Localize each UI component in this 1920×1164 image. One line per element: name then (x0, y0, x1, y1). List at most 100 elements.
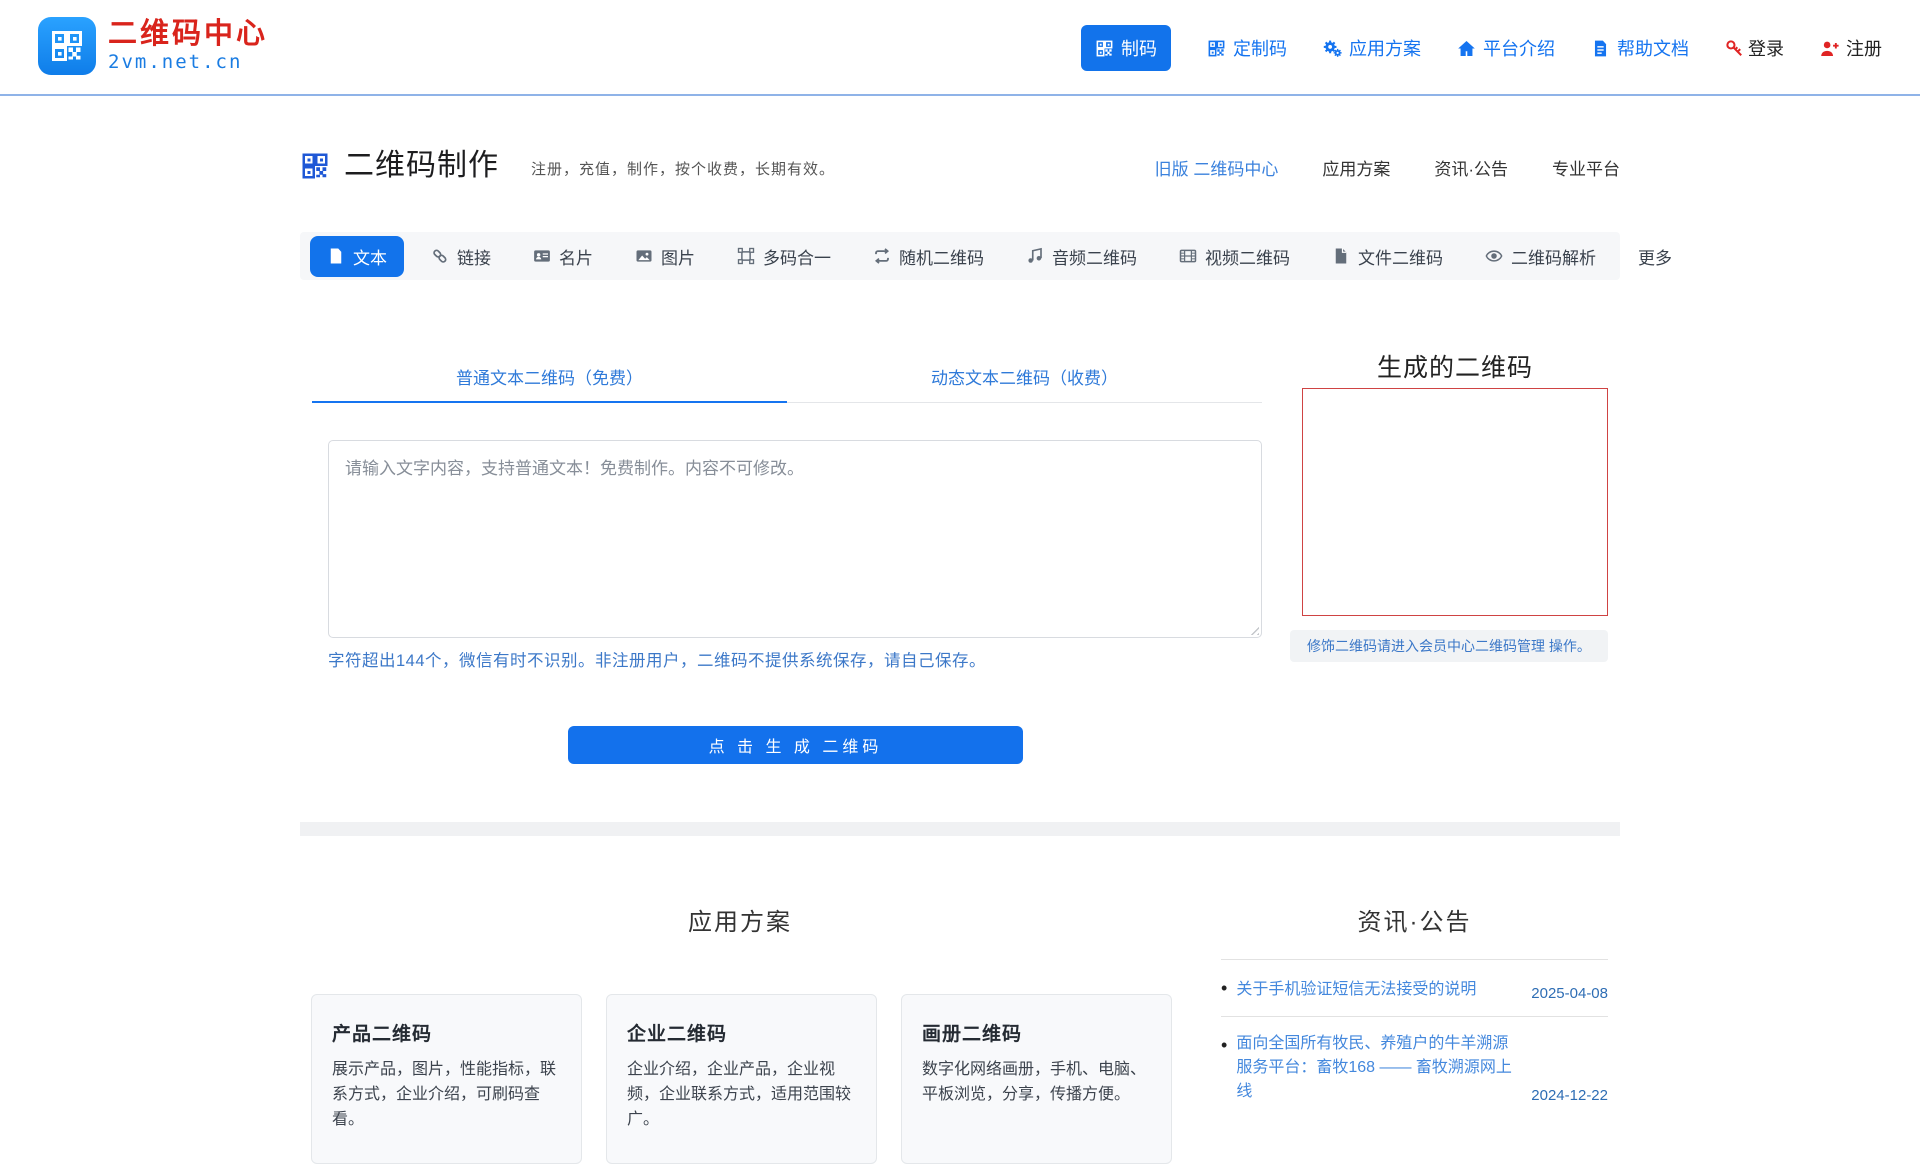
brand-qr-icon (38, 17, 96, 75)
page-head-links: 旧版 二维码中心 应用方案 资讯·公告 专业平台 (1155, 155, 1620, 180)
card-album-qr[interactable]: 画册二维码 数字化网络画册，手机、电脑、平板浏览，分享，传播方便。 (901, 994, 1172, 1164)
user-plus-icon (1820, 39, 1839, 58)
header: 二维码中心 2vm.net.cn 制码 定制码 应用方案 平台介绍 帮助文档 登… (0, 0, 1920, 96)
tab-label: 更多 (1638, 244, 1672, 269)
tab-dynamic-text-paid[interactable]: 动态文本二维码（收费） (787, 354, 1262, 402)
tab-label: 视频二维码 (1205, 244, 1290, 269)
home-icon (1457, 39, 1476, 58)
solutions-title: 应用方案 (300, 902, 1180, 937)
news-date: 2025-04-08 (1531, 985, 1608, 1002)
news-date: 2024-12-22 (1531, 1087, 1608, 1104)
tab-label: 名片 (559, 244, 593, 269)
news-section: 资讯·公告 • 关于手机验证短信无法接受的说明 2025-04-08 • 面向全… (1221, 902, 1608, 1118)
text-file-icon (327, 247, 345, 265)
nav-help-docs[interactable]: 帮助文档 (1591, 35, 1689, 61)
card-enterprise-qr[interactable]: 企业二维码 企业介绍，企业产品，企业视频，企业联系方式，适用范围较广。 (606, 994, 877, 1164)
page-title-group: 二维码制作 注册，充值，制作，按个收费，长期有效。 (300, 140, 835, 184)
card-title: 企业二维码 (627, 1019, 856, 1046)
main-nav: 制码 定制码 应用方案 平台介绍 帮助文档 登录 注册 (1081, 0, 1882, 96)
generate-qr-button[interactable]: 点 击 生 成 二维码 (568, 726, 1023, 764)
tab-link[interactable]: 链接 (410, 244, 512, 269)
nav-label: 帮助文档 (1617, 35, 1689, 61)
link-platform[interactable]: 专业平台 (1552, 155, 1620, 180)
qr-code-icon (1207, 39, 1226, 58)
card-title: 画册二维码 (922, 1019, 1151, 1046)
multi-code-icon (737, 247, 755, 265)
result-title: 生成的二维码 (1302, 348, 1608, 384)
link-old-version[interactable]: 旧版 二维码中心 (1155, 155, 1279, 180)
card-desc: 企业介绍，企业产品，企业视频，企业联系方式，适用范围较广。 (627, 1058, 856, 1132)
link-icon (431, 247, 449, 265)
qr-code-icon (300, 151, 330, 181)
key-icon (1725, 39, 1744, 58)
repeat-icon (873, 247, 891, 265)
page-subtitle: 注册，充值，制作，按个收费，长期有效。 (531, 158, 835, 179)
image-icon (635, 247, 653, 265)
tab-label: 音频二维码 (1052, 244, 1137, 269)
nav-label: 制码 (1121, 35, 1157, 61)
news-item: • 面向全国所有牧民、养殖户的牛羊溯源服务平台：畜牧168 —— 畜牧溯源网上线… (1221, 1017, 1608, 1118)
nav-login[interactable]: 登录 (1725, 35, 1784, 61)
tab-image[interactable]: 图片 (614, 244, 716, 269)
tab-more[interactable]: 更多 (1617, 244, 1693, 269)
qr-decorate-hint[interactable]: 修饰二维码请进入会员中心二维码管理 操作。 (1290, 630, 1608, 662)
nav-make-code[interactable]: 制码 (1081, 25, 1171, 71)
nav-platform-intro[interactable]: 平台介绍 (1457, 35, 1555, 61)
card-product-qr[interactable]: 产品二维码 展示产品，图片，性能指标，联系方式，企业介绍，可刷码查看。 (311, 994, 582, 1164)
nav-register[interactable]: 注册 (1820, 35, 1882, 61)
tab-random-qr[interactable]: 随机二维码 (852, 244, 1005, 269)
text-mode-tabs: 普通文本二维码（免费） 动态文本二维码（收费） (312, 354, 1262, 403)
brand-logo[interactable]: 二维码中心 2vm.net.cn (38, 17, 268, 75)
text-input-wrap (328, 440, 1262, 638)
page-head: 二维码制作 注册，充值，制作，按个收费，长期有效。 旧版 二维码中心 应用方案 … (300, 140, 1620, 184)
news-item: • 关于手机验证短信无法接受的说明 2025-04-08 (1221, 960, 1608, 1017)
news-list: • 关于手机验证短信无法接受的说明 2025-04-08 • 面向全国所有牧民、… (1221, 959, 1608, 1118)
tab-label: 二维码解析 (1511, 244, 1596, 269)
tab-video-qr[interactable]: 视频二维码 (1158, 244, 1311, 269)
tab-static-text-free[interactable]: 普通文本二维码（免费） (312, 354, 787, 403)
eye-icon (1485, 247, 1503, 265)
qr-type-tabbar: 文本 链接 名片 图片 多码合一 随机二维码 音频二维码 视频二维码 (300, 232, 1620, 280)
news-link[interactable]: 关于手机验证短信无法接受的说明 (1236, 978, 1518, 1002)
tab-qr-decode[interactable]: 二维码解析 (1464, 244, 1617, 269)
tab-label: 链接 (457, 244, 491, 269)
card-desc: 数字化网络画册，手机、电脑、平板浏览，分享，传播方便。 (922, 1058, 1151, 1108)
tab-label: 图片 (661, 244, 695, 269)
qr-text-input[interactable] (328, 440, 1262, 638)
nav-solutions[interactable]: 应用方案 (1323, 35, 1421, 61)
tab-text[interactable]: 文本 (310, 236, 404, 277)
tab-multi-code[interactable]: 多码合一 (716, 244, 852, 269)
document-icon (1591, 39, 1610, 58)
nav-custom-code[interactable]: 定制码 (1207, 35, 1287, 61)
brand-domain: 2vm.net.cn (108, 51, 268, 73)
card-desc: 展示产品，图片，性能指标，联系方式，企业介绍，可刷码查看。 (332, 1058, 561, 1132)
brand-name: 二维码中心 (108, 19, 268, 49)
nav-label: 登录 (1748, 35, 1784, 61)
tab-business-card[interactable]: 名片 (512, 244, 614, 269)
bullet-icon: • (1221, 1032, 1227, 1059)
section-divider (300, 822, 1620, 836)
tab-label: 随机二维码 (899, 244, 984, 269)
link-solutions[interactable]: 应用方案 (1322, 155, 1390, 180)
generated-qr-box (1302, 388, 1608, 616)
page-title: 二维码制作 (344, 140, 499, 184)
input-notice: 字符超出144个，微信有时不识别。非注册用户，二维码不提供系统保存，请自己保存。 (328, 647, 986, 671)
music-icon (1026, 247, 1044, 265)
nav-label: 注册 (1846, 35, 1882, 61)
tab-label: 文件二维码 (1358, 244, 1443, 269)
gears-icon (1323, 39, 1342, 58)
tab-audio-qr[interactable]: 音频二维码 (1005, 244, 1158, 269)
tab-label: 多码合一 (763, 244, 831, 269)
link-news[interactable]: 资讯·公告 (1434, 155, 1508, 180)
nav-label: 定制码 (1233, 35, 1287, 61)
tab-file-qr[interactable]: 文件二维码 (1311, 244, 1464, 269)
tab-label: 文本 (353, 244, 387, 269)
film-icon (1179, 247, 1197, 265)
file-icon (1332, 247, 1350, 265)
card-title: 产品二维码 (332, 1019, 561, 1046)
nav-label: 应用方案 (1349, 35, 1421, 61)
bullet-icon: • (1221, 975, 1227, 1002)
id-card-icon (533, 247, 551, 265)
solution-cards: 产品二维码 展示产品，图片，性能指标，联系方式，企业介绍，可刷码查看。 企业二维… (311, 994, 1172, 1164)
news-link[interactable]: 面向全国所有牧民、养殖户的牛羊溯源服务平台：畜牧168 —— 畜牧溯源网上线 (1236, 1032, 1518, 1104)
